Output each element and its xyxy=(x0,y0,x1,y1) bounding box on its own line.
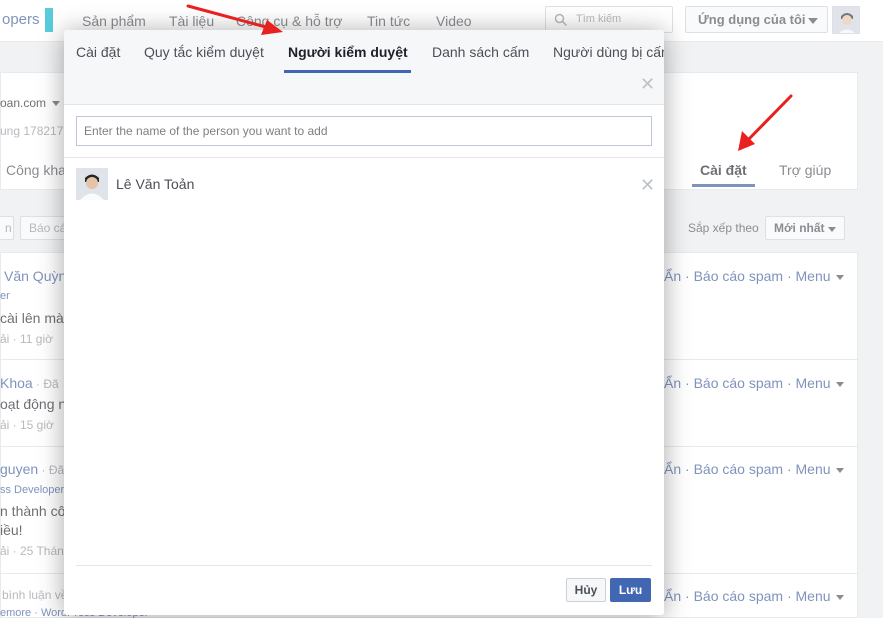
tab-settings[interactable]: Cài đặt xyxy=(76,44,120,60)
moderators-dialog: Cài đặt Quy tắc kiểm duyệt Người kiểm du… xyxy=(64,30,664,615)
dialog-tabs: Cài đặt Quy tắc kiểm duyệt Người kiểm du… xyxy=(64,30,664,74)
save-button[interactable]: Lưu xyxy=(610,578,651,602)
active-tab-indicator xyxy=(284,70,411,73)
remove-moderator-icon[interactable]: ✕ xyxy=(640,176,655,194)
tab-blacklist[interactable]: Danh sách cấm xyxy=(432,44,529,60)
moderator-name[interactable]: Lê Văn Toản xyxy=(116,176,194,192)
moderator-list-item: Lê Văn Toản ✕ xyxy=(76,168,655,202)
cancel-button[interactable]: Hủy xyxy=(566,578,606,602)
section-divider xyxy=(64,157,664,158)
moderator-avatar[interactable] xyxy=(76,168,108,200)
tab-banned-users[interactable]: Người dùng bị cấm xyxy=(553,44,664,60)
tab-moderators[interactable]: Người kiểm duyệt xyxy=(288,44,408,60)
avatar-photo xyxy=(76,168,108,200)
dialog-close-icon[interactable]: ✕ xyxy=(640,75,655,93)
add-moderator-input[interactable] xyxy=(76,116,652,146)
footer-divider xyxy=(76,565,652,566)
tab-moderation-rules[interactable]: Quy tắc kiểm duyệt xyxy=(144,44,264,60)
dialog-header: Cài đặt Quy tắc kiểm duyệt Người kiểm du… xyxy=(64,30,664,105)
